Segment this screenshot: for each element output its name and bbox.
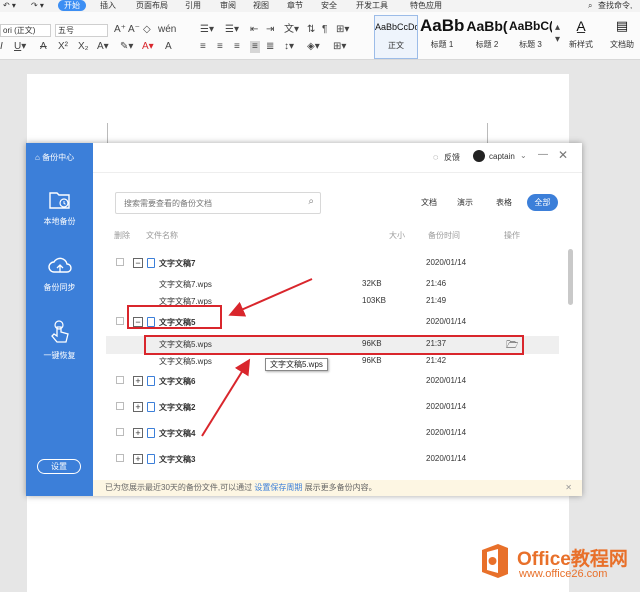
annotation-arrows [201,278,313,437]
arrow-to-file [201,358,251,437]
office-logo-icon [482,544,508,578]
watermark-url: www.office26.com [519,568,608,580]
watermark-title: Office教程网 [517,549,628,570]
arrow-to-group [228,278,313,317]
watermark: Office教程网 www.office26.com [474,538,640,592]
